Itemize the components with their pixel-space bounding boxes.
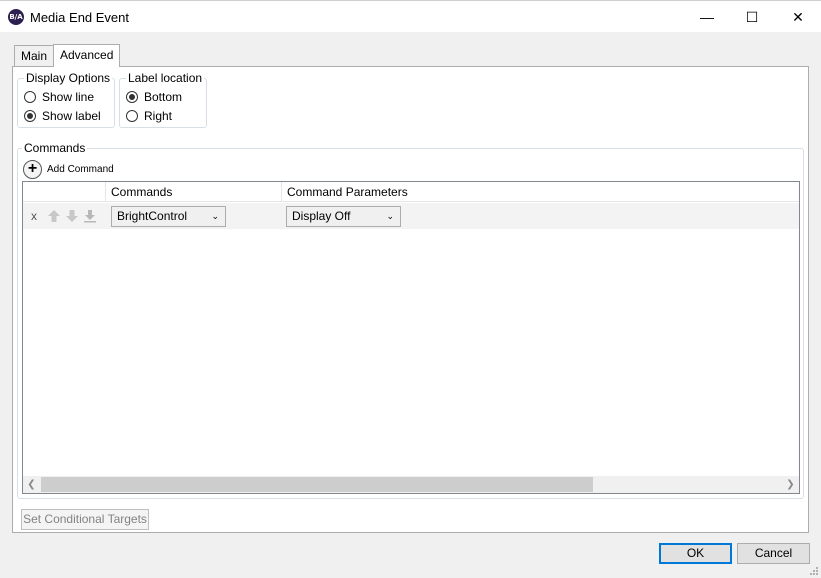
cancel-button[interactable]: Cancel: [737, 543, 810, 564]
label-location-legend: Label location: [126, 71, 205, 85]
command-select[interactable]: BrightControl ⌄: [111, 206, 226, 227]
right-radio[interactable]: [126, 110, 138, 122]
scrollbar-thumb[interactable]: [41, 477, 593, 492]
column-header-command-parameters[interactable]: Command Parameters: [281, 182, 581, 202]
plus-icon: +: [27, 160, 38, 177]
show-label-radio[interactable]: [24, 110, 36, 122]
grid-header: Commands Command Parameters: [23, 182, 799, 202]
horizontal-scrollbar[interactable]: ❮ ❯: [23, 476, 799, 493]
show-line-label: Show line: [42, 90, 95, 104]
bottom-label: Bottom: [144, 90, 183, 104]
bottom-radio[interactable]: [126, 91, 138, 103]
commands-legend: Commands: [22, 141, 88, 155]
add-command-button[interactable]: +: [23, 160, 42, 179]
maximize-button[interactable]: ☐: [729, 1, 775, 33]
commands-grid: Commands Command Parameters x BrightCont…: [22, 181, 800, 494]
title-bar: B/A Media End Event — ☐ ✕: [0, 0, 821, 32]
show-label-option[interactable]: Show label: [24, 108, 101, 124]
move-down-arrow-icon[interactable]: [65, 209, 79, 223]
chevron-down-icon: ⌄: [211, 211, 219, 221]
minimize-button[interactable]: —: [684, 1, 730, 33]
display-options-legend: Display Options: [24, 71, 113, 85]
command-parameter-select[interactable]: Display Off ⌄: [286, 206, 401, 227]
tab-main[interactable]: Main: [14, 45, 55, 66]
scroll-right-icon[interactable]: ❯: [782, 476, 799, 493]
ok-button[interactable]: OK: [659, 543, 732, 564]
right-label: Right: [144, 109, 173, 123]
chevron-down-icon: ⌄: [386, 211, 394, 221]
app-logo-icon: B/A: [8, 9, 24, 25]
column-header-commands[interactable]: Commands: [105, 182, 281, 202]
close-button[interactable]: ✕: [775, 1, 821, 33]
right-option[interactable]: Right: [126, 108, 172, 124]
label-location-group: Label location Bottom Right: [119, 71, 207, 128]
bottom-option[interactable]: Bottom: [126, 89, 182, 105]
window-title: Media End Event: [30, 10, 130, 25]
command-parameter-select-value: Display Off: [292, 209, 351, 223]
command-select-value: BrightControl: [117, 209, 188, 223]
table-row: x BrightControl ⌄ Display Off ⌄: [23, 203, 799, 229]
show-label-label: Show label: [42, 109, 101, 123]
move-to-bottom-arrow-icon[interactable]: [83, 209, 97, 223]
move-up-arrow-icon[interactable]: [47, 209, 61, 223]
resize-grip-icon[interactable]: [809, 566, 819, 576]
remove-row-button[interactable]: x: [31, 209, 37, 223]
display-options-group: Display Options Show line Show label: [17, 71, 115, 128]
scroll-left-icon[interactable]: ❮: [23, 476, 40, 493]
show-line-radio[interactable]: [24, 91, 36, 103]
add-command-label[interactable]: Add Command: [47, 164, 114, 175]
set-conditional-targets-button[interactable]: Set Conditional Targets: [21, 509, 149, 530]
show-line-option[interactable]: Show line: [24, 89, 94, 105]
tab-advanced[interactable]: Advanced: [53, 44, 121, 67]
